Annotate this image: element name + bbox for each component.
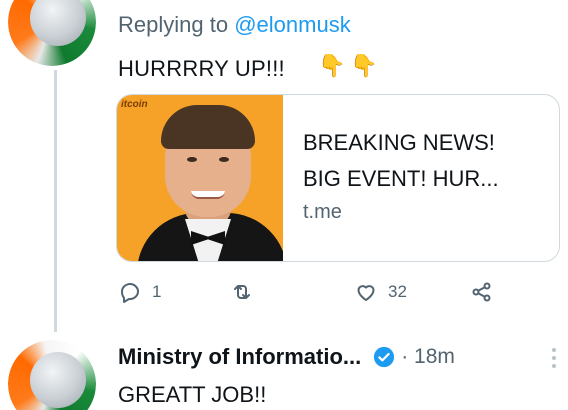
tweet-text: HURRRRY UP!!! <box>118 56 285 81</box>
more-options-icon[interactable] <box>552 348 558 372</box>
tweet-timestamp[interactable]: · 18m <box>401 345 455 369</box>
retweet-button[interactable] <box>230 280 264 304</box>
like-button[interactable]: 32 <box>354 280 407 304</box>
verified-badge-icon <box>374 346 395 368</box>
share-button[interactable] <box>470 280 494 304</box>
replying-to-prefix: Replying to <box>118 12 229 37</box>
card-title-line2: BIG EVENT! HUR... <box>303 166 499 191</box>
card-image-tag: itcoin <box>121 99 148 110</box>
tweet-header: Ministry of Informatio... · 18m <box>118 344 455 370</box>
like-count: 32 <box>388 282 407 301</box>
card-text: BREAKING NEWS! BIG EVENT! HUR... t.me <box>303 125 499 227</box>
heart-icon <box>357 285 375 301</box>
tweet-actions: 1 32 <box>118 280 518 310</box>
backhand-index-pointing-down-icon: 👇 <box>350 53 378 78</box>
avatar[interactable] <box>8 0 96 66</box>
tweet-text: GREATT JOB!! <box>118 382 267 407</box>
retweet-icon <box>234 285 250 299</box>
portrait-eye <box>187 157 197 162</box>
avatar[interactable] <box>8 340 96 410</box>
reply-count: 1 <box>152 282 162 301</box>
card-title-line1: BREAKING NEWS! <box>303 130 495 155</box>
emoji-group: 👇 👇 <box>318 52 378 80</box>
share-icon <box>472 282 491 302</box>
backhand-index-pointing-down-icon: 👇 <box>318 53 346 78</box>
thread-connector-line <box>54 70 57 332</box>
card-domain: t.me <box>303 201 342 223</box>
reply-icon <box>121 283 139 303</box>
replying-to: Replying to @elonmusk <box>118 12 351 38</box>
portrait-eye <box>219 157 229 162</box>
avatar-coin <box>30 352 86 408</box>
card-thumbnail: itcoin <box>117 95 283 261</box>
portrait-hair <box>161 105 255 149</box>
link-preview-card[interactable]: itcoin BREAKING NEWS! BIG EVENT! HUR... … <box>116 94 560 262</box>
portrait-smile <box>191 191 225 199</box>
mention-link[interactable]: @elonmusk <box>234 12 351 37</box>
author-name[interactable]: Ministry of Informatio... <box>118 344 361 370</box>
reply-button[interactable]: 1 <box>118 280 161 304</box>
